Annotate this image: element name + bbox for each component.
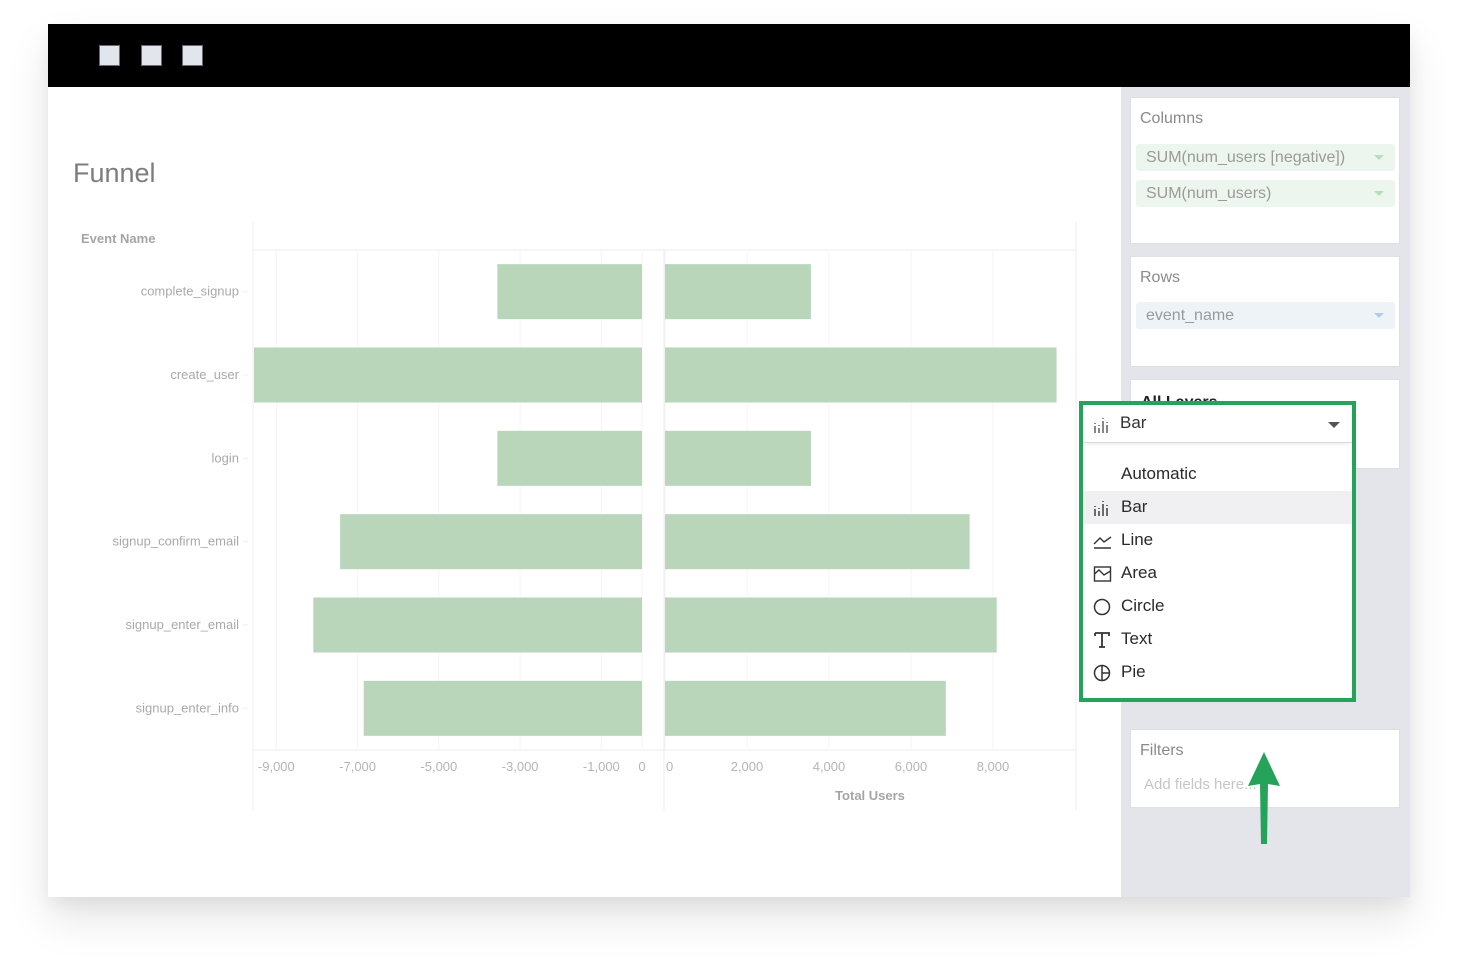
annotation-arrow-icon [1248, 752, 1280, 844]
text-icon [1094, 632, 1110, 648]
mark-option-text[interactable]: Text [1083, 623, 1352, 656]
pie-chart-icon [1093, 664, 1111, 682]
x-axis-title: Total Users [835, 788, 905, 803]
left-tick-label: 0 [638, 759, 645, 774]
bar-negative [497, 430, 642, 486]
mark-option-label: Text [1121, 629, 1153, 648]
mark-option-area[interactable]: Area [1083, 557, 1352, 590]
mark-option-label: Area [1121, 563, 1157, 582]
mark-option-label: Automatic [1121, 464, 1197, 483]
title-bar [48, 24, 1410, 87]
column-field-label: SUM(num_users) [1146, 185, 1272, 202]
mark-type-select[interactable]: Bar [1083, 405, 1352, 443]
left-tick-label: -5,000 [420, 759, 457, 774]
y-axis-title: Event Name [81, 231, 155, 246]
bar-positive [665, 430, 811, 486]
bar-negative [497, 264, 642, 320]
mark-option-label: Circle [1121, 596, 1165, 615]
bar-chart-icon [1094, 418, 1108, 433]
mark-option-bar[interactable]: Bar [1083, 491, 1352, 524]
row-field-label: event_name [1146, 307, 1235, 324]
right-tick-label: 0 [666, 759, 673, 774]
rows-title: Rows [1140, 269, 1181, 286]
right-tick-label: 6,000 [895, 759, 928, 774]
left-tick-label: -1,000 [583, 759, 620, 774]
mark-option-circle[interactable]: Circle [1083, 590, 1352, 623]
category-label: signup_enter_email [126, 617, 240, 632]
bar-positive [665, 264, 811, 320]
category-label: login [212, 450, 239, 465]
area-chart-icon [1093, 566, 1112, 582]
mark-option-automatic[interactable]: Automatic [1083, 458, 1352, 491]
right-tick-label: 4,000 [813, 759, 846, 774]
funnel-chart: Event Name -9,000 -7,000 -5,000 -3,000 -1,000… [81, 221, 1077, 811]
bar-positive [665, 597, 997, 653]
columns-title: Columns [1140, 110, 1204, 127]
column-field-pill[interactable]: SUM(num_users [negative]) [1136, 144, 1395, 171]
column-field-label: SUM(num_users [negative]) [1146, 149, 1346, 166]
mark-type-selected: Bar [1120, 413, 1147, 432]
chevron-down-icon[interactable] [1374, 155, 1384, 160]
columns-card: Columns SUM(num_users [negative]) SUM(nu… [1130, 97, 1400, 244]
rows-card: Rows event_name [1130, 256, 1400, 367]
filters-title: Filters [1140, 742, 1184, 759]
left-tick-label: -7,000 [339, 759, 376, 774]
chart-area: Funnel Event Name -9,000 -7,000 -5,000 -3,00… [48, 87, 1121, 897]
bar-negative [254, 347, 642, 403]
mark-option-label: Pie [1121, 662, 1146, 681]
bar-positive [665, 347, 1057, 403]
mark-option-label: Bar [1121, 497, 1148, 516]
bar-chart-icon [1094, 501, 1108, 516]
right-tick-label: 2,000 [731, 759, 764, 774]
mark-option-pie[interactable]: Pie [1083, 656, 1352, 689]
window-button-3[interactable] [182, 45, 203, 66]
right-tick-label: 8,000 [977, 759, 1010, 774]
mark-type-dropdown-highlight: Bar Automatic Bar Line Area Circle Text … [1079, 401, 1356, 702]
bar-negative [363, 680, 642, 736]
left-tick-label: -3,000 [502, 759, 539, 774]
category-label: signup_enter_info [136, 700, 239, 715]
bar-positive [665, 680, 946, 736]
chevron-down-icon[interactable] [1374, 313, 1384, 318]
left-tick-label: -9,000 [258, 759, 295, 774]
bar-negative [313, 597, 642, 653]
circle-icon [1093, 598, 1111, 616]
category-label: signup_confirm_email [113, 534, 240, 549]
chevron-down-icon[interactable] [1328, 422, 1340, 428]
window-button-2[interactable] [141, 45, 162, 66]
mark-option-label: Line [1121, 530, 1154, 549]
chevron-down-icon[interactable] [1374, 191, 1384, 196]
column-field-pill[interactable]: SUM(num_users) [1136, 180, 1395, 207]
bar-negative [340, 514, 642, 570]
category-label: create_user [170, 367, 239, 382]
window-button-1[interactable] [99, 45, 120, 66]
mark-option-line[interactable]: Line [1083, 524, 1352, 557]
category-label: complete_signup [141, 284, 239, 299]
line-chart-icon [1093, 536, 1112, 549]
row-field-pill[interactable]: event_name [1136, 302, 1395, 329]
bar-positive [665, 514, 970, 570]
